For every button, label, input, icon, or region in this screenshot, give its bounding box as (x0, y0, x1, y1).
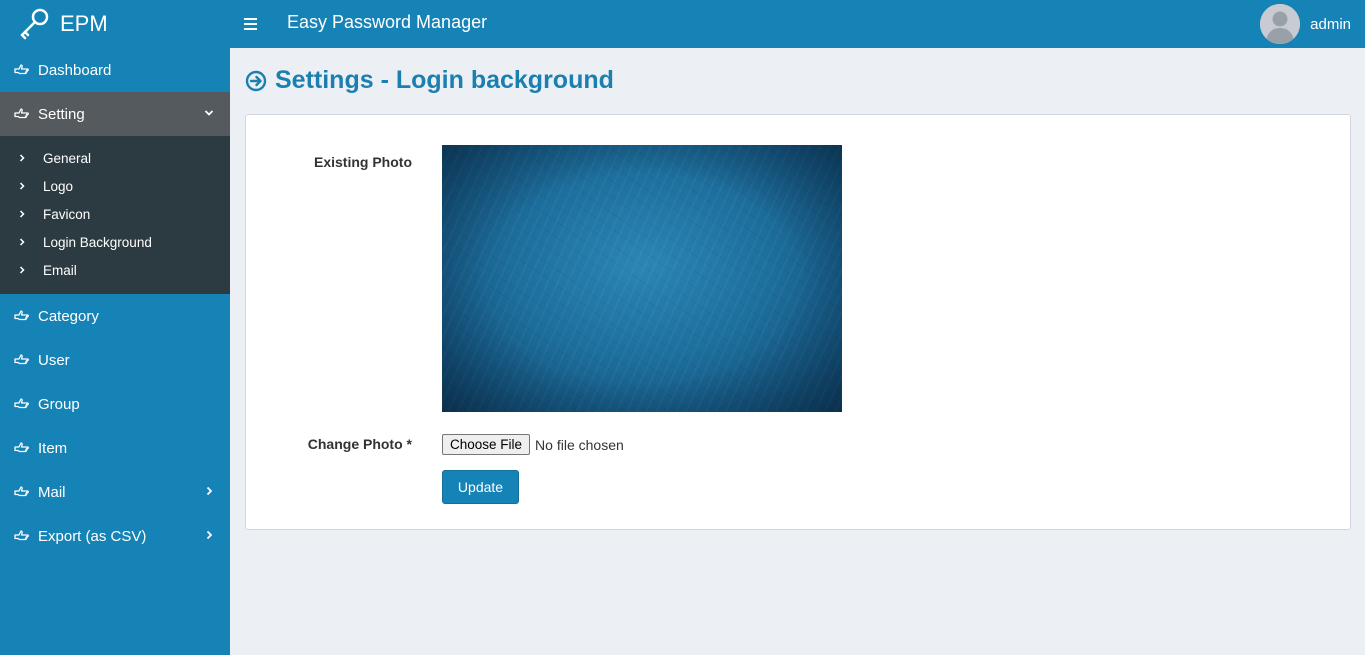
user-menu[interactable]: admin (1260, 3, 1351, 45)
sidebar-item-user[interactable]: User (0, 338, 230, 382)
sidebar-item-category[interactable]: Category (0, 294, 230, 338)
hand-point-right-icon (14, 64, 29, 75)
user-silhouette-icon (1260, 4, 1301, 44)
menu-bar-icon (244, 23, 257, 25)
hand-point-right-icon (14, 486, 29, 497)
circle-arrow-right-icon (245, 70, 267, 91)
file-status-text: No file chosen (535, 436, 624, 453)
sidebar-item-label: Category (38, 307, 99, 325)
sidebar-subitem-label: Favicon (43, 206, 91, 222)
sidebar-subitem-label: Email (43, 262, 77, 278)
chevron-right-icon (19, 182, 25, 190)
settings-form-panel: Existing Photo Change Photo * Choose Fil… (245, 114, 1351, 530)
chevron-right-icon (19, 210, 25, 218)
sidebar-subitem-login-background[interactable]: Login Background (0, 228, 230, 256)
sidebar-item-export-csv[interactable]: Export (as CSV) (0, 514, 230, 558)
key-icon (20, 8, 49, 40)
sidebar-item-label: Mail (38, 483, 66, 501)
existing-photo-label: Existing Photo (314, 154, 412, 170)
sidebar-item-dashboard[interactable]: Dashboard (0, 48, 230, 92)
page-title-text: Settings - Login background (275, 66, 614, 94)
sidebar-item-item[interactable]: Item (0, 426, 230, 470)
sidebar-subitem-label: Login Background (43, 234, 152, 250)
sidebar-item-label: Export (as CSV) (38, 527, 147, 545)
brand-logo[interactable]: EPM (0, 0, 230, 48)
chevron-right-icon (19, 238, 25, 246)
update-button[interactable]: Update (442, 470, 519, 504)
hand-point-right-icon (14, 310, 29, 321)
menu-bar-icon (244, 18, 257, 20)
file-input: Choose File No file chosen (442, 434, 624, 455)
hand-point-right-icon (14, 442, 29, 453)
sidebar-subitem-general[interactable]: General (0, 144, 230, 172)
sidebar-item-label: Setting (38, 105, 85, 123)
sidebar-subitem-logo[interactable]: Logo (0, 172, 230, 200)
change-photo-label: Change Photo * (307, 436, 412, 452)
chevron-right-icon (206, 530, 213, 540)
sidebar-item-label: Group (38, 395, 80, 413)
sidebar-item-mail[interactable]: Mail (0, 470, 230, 514)
sidebar-toggle-button[interactable] (244, 15, 258, 33)
sidebar-subitem-email[interactable]: Email (0, 256, 230, 284)
top-navbar: EPM Easy Password Manager admin (0, 0, 1365, 48)
sidebar-item-setting[interactable]: Setting (0, 92, 230, 136)
sidebar-item-group[interactable]: Group (0, 382, 230, 426)
logo-text: EPM (60, 11, 108, 36)
hand-point-right-icon (14, 108, 29, 119)
setting-submenu: General Logo Favicon Login Background Em… (0, 136, 230, 294)
sidebar-subitem-favicon[interactable]: Favicon (0, 200, 230, 228)
page-title: Settings - Login background (245, 66, 614, 95)
chevron-right-icon (19, 266, 25, 274)
sidebar-subitem-label: Logo (43, 178, 74, 194)
sidebar-subitem-label: General (43, 150, 92, 166)
existing-photo-image (442, 145, 842, 412)
avatar (1260, 4, 1301, 44)
chevron-right-icon (19, 154, 25, 162)
chevron-down-icon (204, 110, 214, 116)
app-title: Easy Password Manager (287, 12, 488, 32)
hand-point-right-icon (14, 354, 29, 365)
sidebar-item-label: Item (38, 439, 68, 457)
menu-bar-icon (244, 28, 257, 30)
sidebar-item-label: Dashboard (38, 61, 112, 79)
hand-point-right-icon (14, 398, 29, 409)
main-content: Settings - Login background Existing Pho… (230, 48, 1365, 655)
chevron-right-icon (206, 486, 213, 496)
sidebar: Dashboard Setting General Logo Favicon L… (0, 48, 230, 655)
sidebar-item-label: User (38, 351, 70, 369)
choose-file-button[interactable]: Choose File (442, 434, 531, 455)
hand-point-right-icon (14, 530, 29, 541)
username: admin (1310, 15, 1351, 33)
